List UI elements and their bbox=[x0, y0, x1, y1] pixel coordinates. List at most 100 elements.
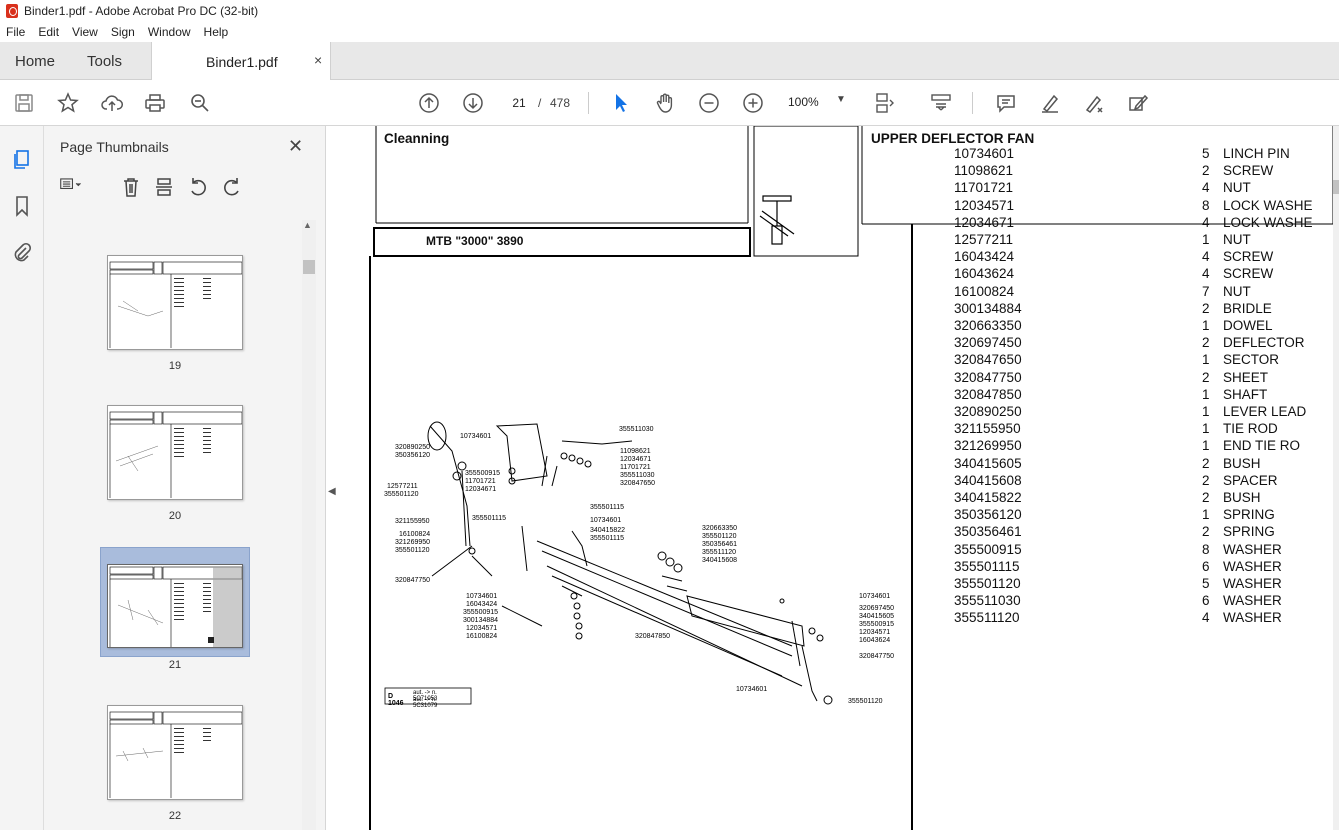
page-number-input[interactable]: 21 bbox=[504, 90, 534, 114]
parts-row: 350356461 2 SPRING bbox=[954, 524, 1334, 541]
menu-sign[interactable]: Sign bbox=[111, 25, 135, 39]
acrobat-logo-icon bbox=[6, 4, 18, 18]
parts-row: 355501115 6 WASHER bbox=[954, 559, 1334, 576]
part-code: 355500915 bbox=[954, 541, 1022, 557]
tab-document[interactable]: Binder1.pdf × bbox=[151, 42, 331, 80]
part-description: WASHER bbox=[1223, 610, 1282, 626]
part-code: 16100824 bbox=[954, 283, 1015, 299]
page-layout-icon[interactable] bbox=[873, 91, 897, 115]
upload-cloud-icon[interactable] bbox=[100, 91, 124, 115]
part-qty: 4 bbox=[1202, 180, 1210, 196]
bookmark-star-icon[interactable] bbox=[56, 91, 80, 115]
thumbnail-options-icon[interactable] bbox=[60, 176, 82, 198]
part-description: BUSH bbox=[1223, 455, 1261, 471]
parts-row: 12034571 8 LOCK WASHE bbox=[954, 198, 1334, 215]
part-description: DEFLECTOR bbox=[1223, 335, 1305, 351]
panel-scrollbar[interactable]: ▲ bbox=[302, 220, 316, 830]
chevron-down-icon[interactable]: ▼ bbox=[836, 94, 846, 105]
part-code: 10734601 bbox=[954, 146, 1015, 161]
part-qty: 2 bbox=[1202, 335, 1210, 351]
next-page-icon[interactable] bbox=[461, 91, 485, 115]
part-code: 320847850 bbox=[954, 386, 1022, 402]
part-qty: 1 bbox=[1202, 438, 1210, 454]
diagram-label: 320847850 bbox=[635, 633, 671, 640]
part-description: TIE ROD bbox=[1223, 421, 1278, 437]
part-code: 320663350 bbox=[954, 318, 1022, 333]
thumbnail-page-19[interactable] bbox=[107, 255, 243, 350]
collapse-panel-icon[interactable]: ◀ bbox=[328, 486, 336, 497]
part-description: LOCK WASHE bbox=[1223, 214, 1313, 230]
toolbar: 21 / 478 100% ▼ bbox=[0, 80, 1339, 126]
delete-page-icon[interactable] bbox=[120, 176, 142, 198]
tab-home[interactable]: Home bbox=[15, 53, 55, 70]
parts-row: 355511120 4 WASHER bbox=[954, 610, 1334, 627]
panel-close-icon[interactable]: ✕ bbox=[288, 136, 303, 157]
menu-file[interactable]: File bbox=[6, 25, 25, 39]
part-qty: 1 bbox=[1202, 318, 1210, 333]
diagram-label: 355501115 bbox=[590, 535, 624, 542]
diagram-label: 10734601 bbox=[590, 517, 622, 524]
rotate-counterclockwise-icon[interactable] bbox=[187, 176, 209, 198]
panel-scroll-thumb[interactable] bbox=[303, 260, 315, 274]
comment-icon[interactable] bbox=[994, 91, 1018, 115]
diagram-label: 320847750 bbox=[859, 653, 895, 660]
highlight-pen-icon[interactable] bbox=[1038, 91, 1062, 115]
panel-title: Page Thumbnails bbox=[60, 139, 169, 155]
parts-row: 300134884 2 BRIDLE bbox=[954, 301, 1334, 318]
menu-window[interactable]: Window bbox=[148, 25, 191, 39]
part-qty: 2 bbox=[1202, 455, 1210, 471]
part-description: LEVER LEAD bbox=[1223, 404, 1307, 419]
parts-row: 355500915 8 WASHER bbox=[954, 542, 1334, 559]
part-qty: 2 bbox=[1202, 163, 1210, 179]
menu-bar: File Edit View Sign Window Help bbox=[0, 22, 1339, 42]
diagram-label: 320847750 bbox=[395, 577, 431, 584]
part-code: 16043624 bbox=[954, 266, 1015, 282]
part-description: END TIE RO bbox=[1223, 438, 1301, 454]
extract-page-icon[interactable] bbox=[153, 176, 175, 198]
diagram-label: 320890250 bbox=[395, 444, 431, 451]
tab-close-icon[interactable]: × bbox=[314, 52, 322, 68]
document-scrollbar[interactable] bbox=[1333, 126, 1339, 830]
part-code: 12577211 bbox=[954, 232, 1014, 247]
part-qty: 1 bbox=[1202, 232, 1210, 247]
page-thumbnails-icon[interactable] bbox=[10, 148, 34, 172]
thumbnail-page-20[interactable] bbox=[107, 405, 243, 500]
tab-tools[interactable]: Tools bbox=[87, 53, 122, 70]
scroll-mode-icon[interactable] bbox=[929, 91, 953, 115]
part-code: 355501120 bbox=[954, 576, 1021, 591]
bookmarks-icon[interactable] bbox=[10, 194, 34, 218]
diagram-label: 355511030 bbox=[620, 472, 655, 479]
hand-tool-icon[interactable] bbox=[653, 91, 677, 115]
tab-document-label: Binder1.pdf bbox=[206, 54, 278, 70]
diagram-label: 355500915 bbox=[859, 621, 895, 628]
diagram-label: 11098621 bbox=[620, 448, 651, 455]
zoom-out-icon[interactable] bbox=[697, 91, 721, 115]
zoom-search-icon[interactable] bbox=[188, 91, 212, 115]
menu-help[interactable]: Help bbox=[204, 25, 229, 39]
previous-page-icon[interactable] bbox=[417, 91, 441, 115]
part-code: 340415822 bbox=[954, 490, 1022, 505]
part-qty: 2 bbox=[1202, 472, 1210, 488]
scroll-up-icon[interactable]: ▲ bbox=[303, 220, 312, 230]
edit-pdf-icon[interactable] bbox=[1126, 91, 1150, 115]
attachments-icon[interactable] bbox=[10, 240, 34, 264]
thumbnail-label-22: 22 bbox=[168, 810, 182, 822]
thumbnail-page-21[interactable] bbox=[107, 564, 243, 648]
save-icon[interactable] bbox=[12, 91, 36, 115]
part-description: SPRING bbox=[1223, 524, 1275, 540]
rotate-clockwise-icon[interactable] bbox=[221, 176, 243, 198]
part-qty: 4 bbox=[1202, 249, 1210, 265]
thumbnail-page-22[interactable] bbox=[107, 705, 243, 800]
fill-sign-icon[interactable] bbox=[1082, 91, 1106, 115]
document-scroll-thumb[interactable] bbox=[1333, 180, 1339, 194]
zoom-level-select[interactable]: 100% bbox=[788, 95, 819, 109]
menu-edit[interactable]: Edit bbox=[38, 25, 59, 39]
select-cursor-icon[interactable] bbox=[609, 91, 633, 115]
diagram-label: 355501115 bbox=[472, 515, 506, 522]
print-icon[interactable] bbox=[143, 91, 167, 115]
menu-view[interactable]: View bbox=[72, 25, 98, 39]
parts-row: 11098621 2 SCREW bbox=[954, 163, 1334, 180]
diagram-label: 10734601 bbox=[736, 686, 768, 693]
part-qty: 1 bbox=[1202, 352, 1210, 368]
zoom-in-icon[interactable] bbox=[741, 91, 765, 115]
